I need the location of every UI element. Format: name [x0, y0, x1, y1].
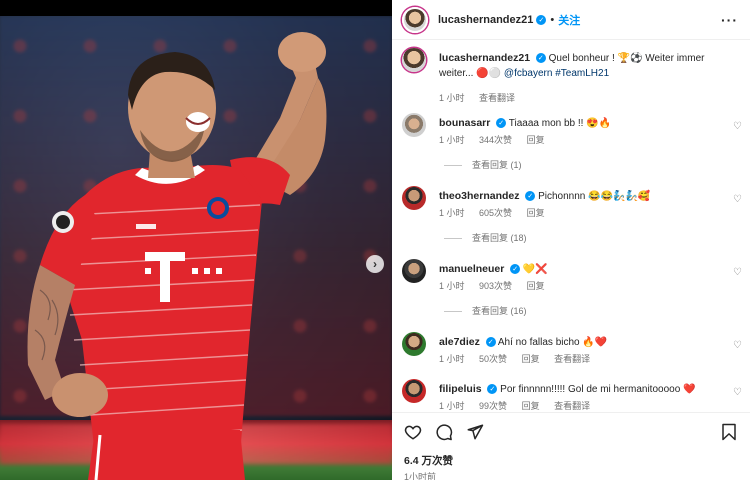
comment-username[interactable]: bounasarr: [439, 117, 490, 129]
comment-emoji: 🔥❤️: [582, 337, 608, 348]
comment-body: filipeluis ✓ Por finnnnn!!!!! Gol de mi …: [439, 382, 729, 397]
comment-text: Ahí no fallas bicho: [497, 337, 580, 348]
translate-link[interactable]: 查看翻译: [479, 93, 515, 103]
comment-text: Tiaaaa mon bb !!: [508, 118, 584, 129]
comment-emoji: 😍🔥: [586, 118, 612, 129]
comment-body: manuelneuer ✓ 💛❌: [439, 262, 729, 277]
translate-link[interactable]: 查看翻译: [554, 401, 590, 411]
comment-item: ale7diez ✓ Ahí no fallas bicho 🔥❤️ 1 小时 …: [402, 332, 742, 377]
heart-icon[interactable]: [404, 423, 422, 441]
author-avatar[interactable]: [402, 6, 428, 33]
top-edge: [0, 0, 392, 16]
comment-meta: 1 小时 50次赞 回复 查看翻译: [439, 352, 602, 365]
post-photo[interactable]: ›: [0, 0, 392, 480]
reply-button[interactable]: 回复: [527, 281, 545, 291]
translate-link[interactable]: 查看翻译: [554, 354, 590, 364]
heart-icon[interactable]: ♡: [733, 194, 742, 205]
reply-button[interactable]: 回复: [527, 208, 545, 218]
post-actions-bar: 6.4 万次赞 1小时前: [392, 412, 750, 480]
post-detail-panel: lucashernandez21 ✓ • 关注 ··· lucashernand…: [392, 0, 750, 480]
bookmark-icon[interactable]: [720, 423, 738, 441]
verified-badge-icon: ✓: [525, 191, 536, 202]
comment-likes[interactable]: 344次赞: [479, 135, 512, 145]
action-icons: [404, 423, 484, 441]
comment-likes[interactable]: 50次赞: [479, 354, 507, 364]
comment-username[interactable]: ale7diez: [439, 336, 480, 348]
post-header: lucashernandez21 ✓ • 关注 ···: [392, 0, 750, 40]
comment-meta: 1 小时 99次赞 回复 查看翻译: [439, 399, 602, 412]
verified-badge-icon: ✓: [496, 118, 507, 129]
comment-icon[interactable]: [435, 423, 453, 441]
verified-badge-icon: ✓: [487, 384, 498, 395]
comment-likes[interactable]: 903次赞: [479, 281, 512, 291]
commenter-avatar[interactable]: [402, 332, 426, 356]
comment-likes[interactable]: 605次赞: [479, 208, 512, 218]
comment-meta: 1 小时 903次赞 回复: [439, 279, 557, 292]
comment-meta: 1 小时 344次赞 回复: [439, 133, 557, 146]
comments-list[interactable]: lucashernandez21 ✓ Quel bonheur ! 🏆⚽ Wei…: [392, 41, 750, 412]
comment-emoji: 😂😂🧞🧞🥰: [588, 191, 651, 202]
reply-button[interactable]: 回复: [522, 401, 540, 411]
comment-text: Pichonnnn: [538, 191, 586, 202]
separator-dot: •: [550, 13, 555, 26]
verified-badge-icon: ✓: [510, 264, 521, 275]
caption-tags[interactable]: @fcbayern #TeamLH21: [504, 68, 609, 79]
heart-icon[interactable]: ♡: [733, 121, 742, 132]
caption-meta: 1 小时 查看翻译: [439, 91, 527, 104]
comment-body: ale7diez ✓ Ahí no fallas bicho 🔥❤️: [439, 335, 729, 350]
comment-item: filipeluis ✓ Por finnnnn!!!!! Gol de mi …: [402, 379, 742, 412]
follow-button[interactable]: 关注: [558, 12, 580, 28]
comment-time: 1 小时: [439, 401, 465, 411]
comment-likes[interactable]: 99次赞: [479, 401, 507, 411]
reply-button[interactable]: 回复: [527, 135, 545, 145]
like-count[interactable]: 6.4 万次赞: [404, 453, 453, 468]
author-avatar[interactable]: [402, 48, 426, 72]
caption-body: lucashernandez21 ✓ Quel bonheur ! 🏆⚽ Wei…: [439, 51, 729, 81]
post-caption: lucashernandez21 ✓ Quel bonheur ! 🏆⚽ Wei…: [402, 48, 742, 108]
heart-icon[interactable]: ♡: [733, 387, 742, 398]
chevron-right-icon[interactable]: ›: [366, 255, 384, 273]
share-icon[interactable]: [466, 423, 484, 441]
comment-time: 1 小时: [439, 281, 465, 291]
comment-time: 1 小时: [439, 135, 465, 145]
post-time: 1小时前: [404, 472, 437, 480]
comment-time: 1 小时: [439, 354, 465, 364]
commenter-avatar[interactable]: [402, 113, 426, 137]
heart-icon[interactable]: ♡: [733, 267, 742, 278]
comment-emoji: ❤️: [683, 384, 696, 395]
view-replies-link[interactable]: 查看回复 (1): [444, 158, 522, 171]
comment-meta: 1 小时 605次赞 回复: [439, 206, 557, 219]
verified-badge-icon: ✓: [485, 337, 496, 348]
caption-time: 1 小时: [439, 93, 465, 103]
comment-body: theo3hernandez ✓ Pichonnnn 😂😂🧞🧞🥰: [439, 189, 729, 204]
author-username[interactable]: lucashernandez21: [438, 14, 533, 26]
commenter-avatar[interactable]: [402, 186, 426, 210]
commenter-avatar[interactable]: [402, 259, 426, 283]
view-replies-link[interactable]: 查看回复 (18): [444, 231, 527, 244]
comment-text: Por finnnnn!!!!! Gol de mi hermanitooooo: [500, 384, 681, 395]
commenter-avatar[interactable]: [402, 379, 426, 403]
comment-emoji: 💛❌: [522, 264, 548, 275]
comment-username[interactable]: theo3hernandez: [439, 190, 520, 202]
comment-username[interactable]: filipeluis: [439, 383, 482, 395]
verified-badge-icon: ✓: [536, 14, 547, 25]
comment-body: bounasarr ✓ Tiaaaa mon bb !! 😍🔥: [439, 116, 729, 131]
player-celebrating-image: [27, 32, 327, 480]
comment-time: 1 小时: [439, 208, 465, 218]
heart-icon[interactable]: ♡: [733, 340, 742, 351]
reply-button[interactable]: 回复: [522, 354, 540, 364]
comment-username[interactable]: manuelneuer: [439, 263, 504, 275]
caption-username[interactable]: lucashernandez21: [439, 52, 530, 64]
view-replies-link[interactable]: 查看回复 (16): [444, 304, 527, 317]
more-options-icon[interactable]: ···: [721, 12, 738, 28]
verified-badge-icon: ✓: [535, 53, 546, 64]
